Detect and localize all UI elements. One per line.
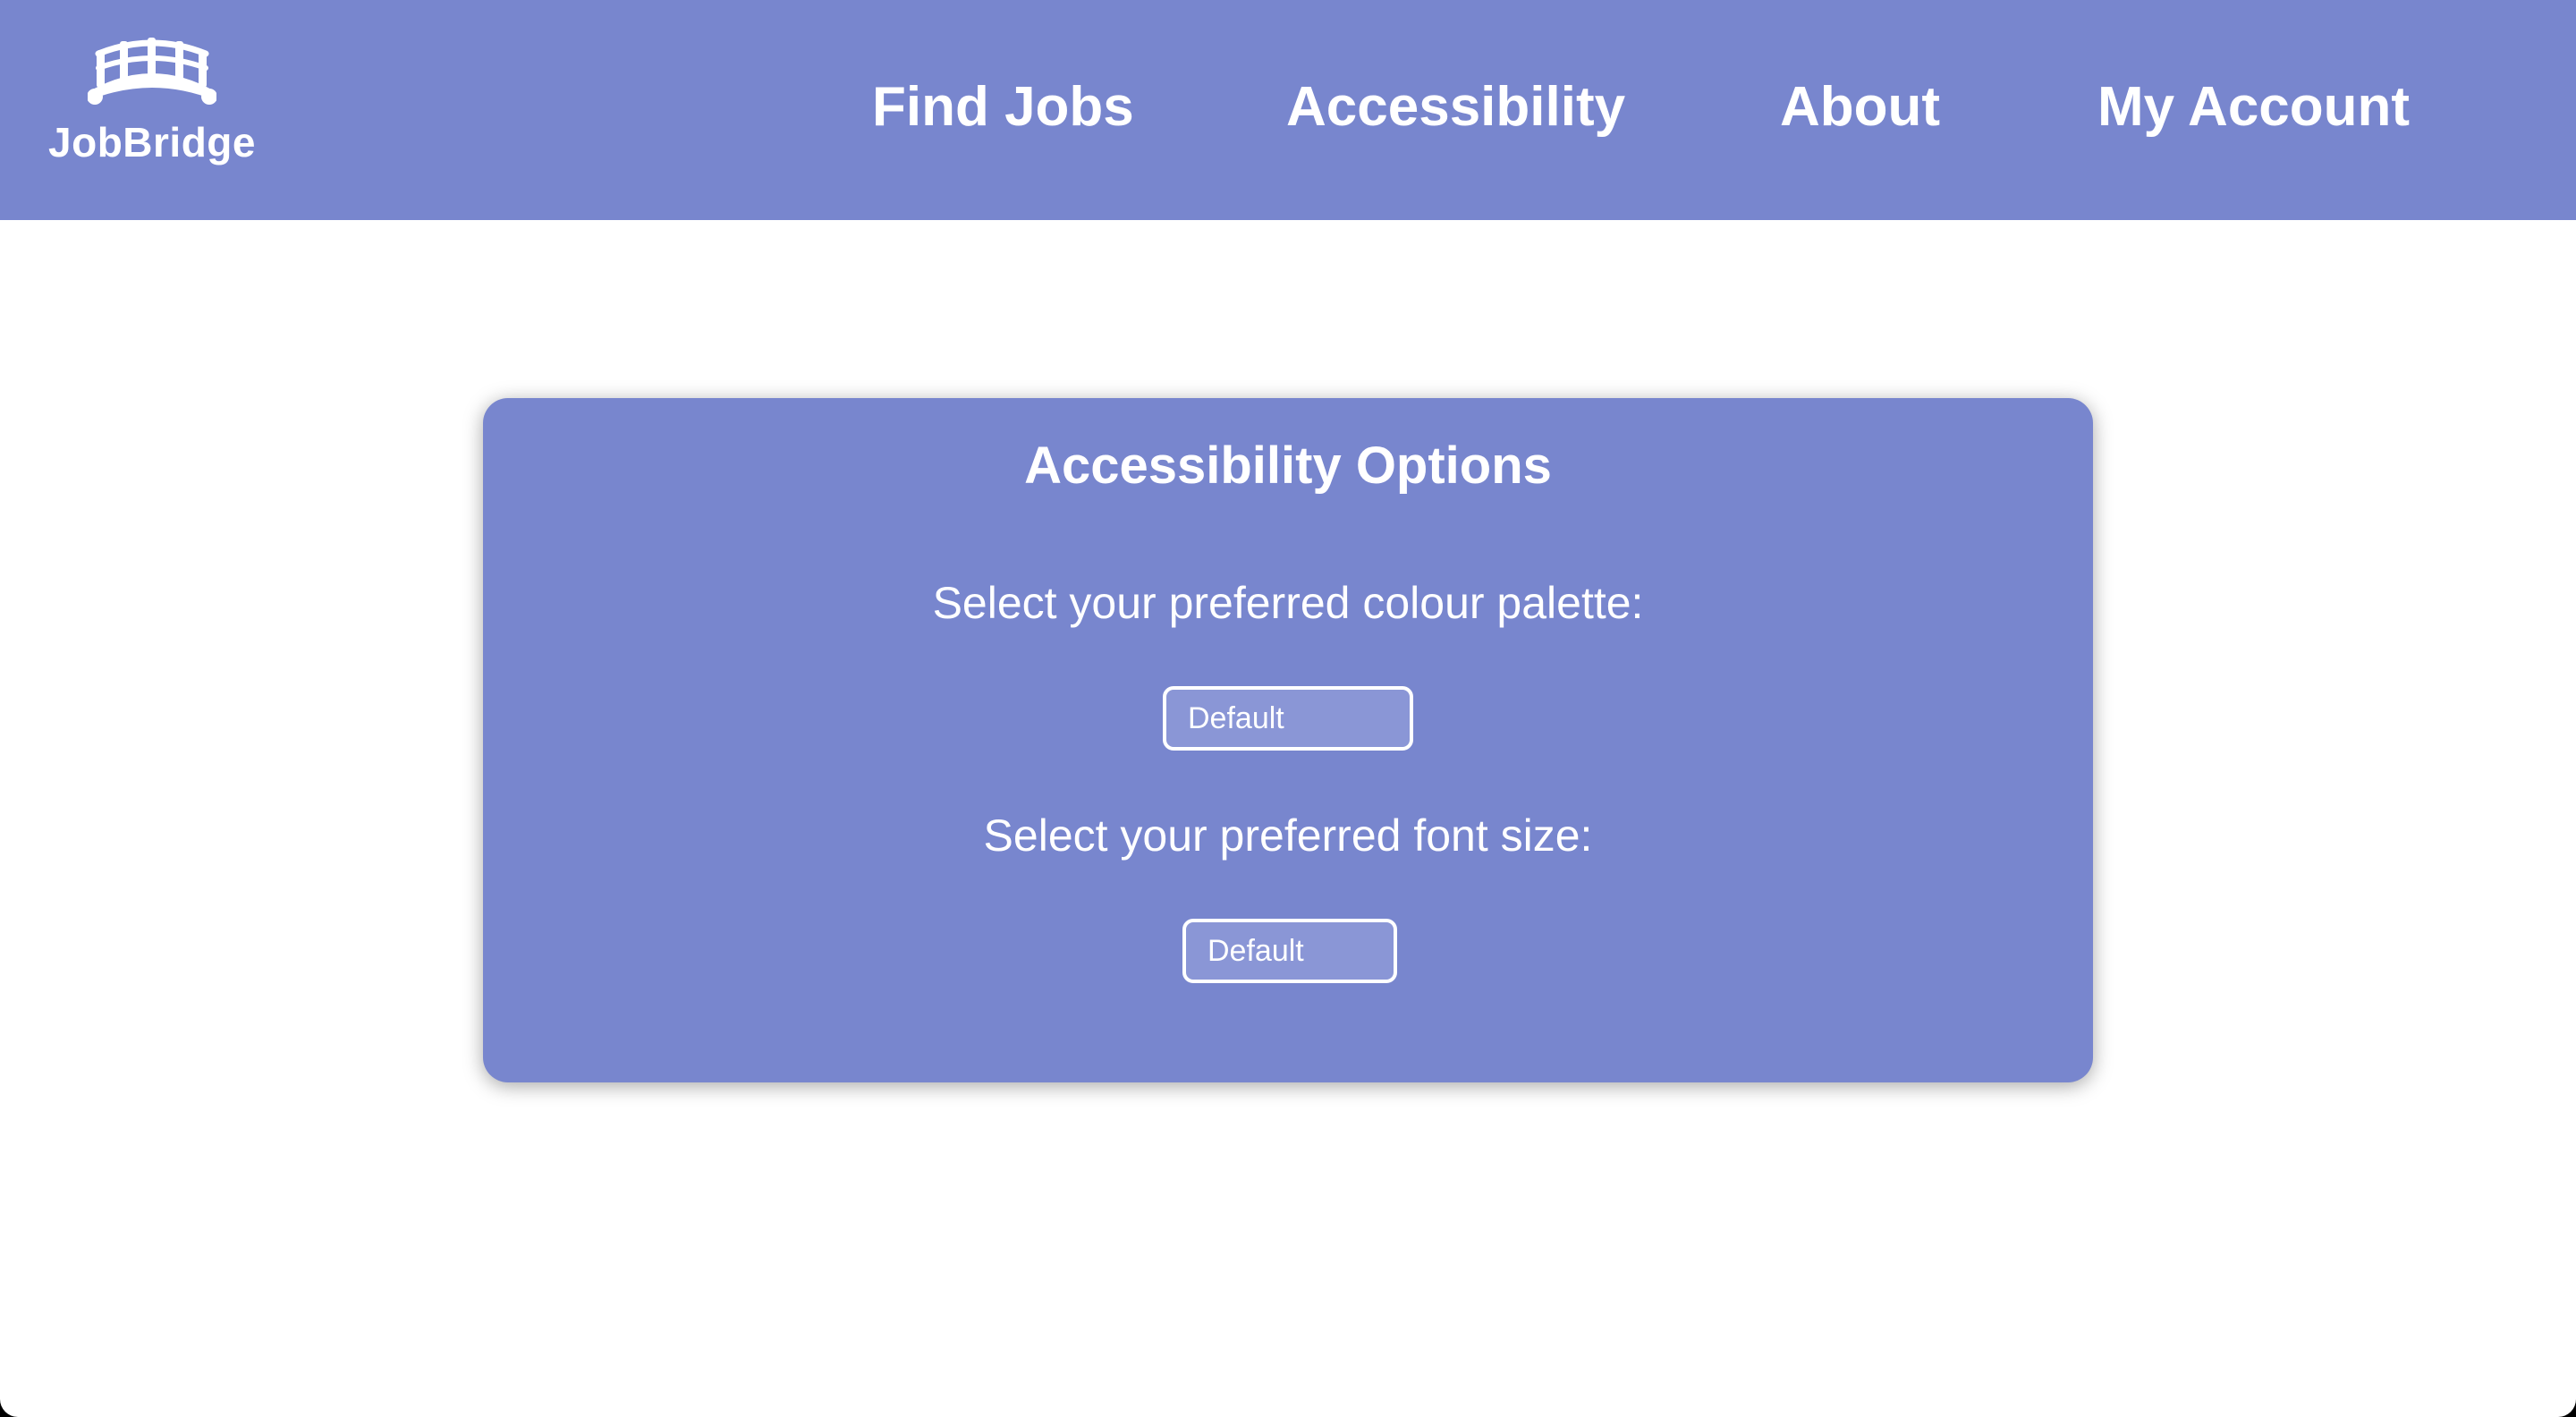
nav-my-account[interactable]: My Account: [2097, 72, 2410, 143]
bridge-icon: [88, 38, 216, 105]
page: JobBridge Find Jobs Accessibility About …: [0, 0, 2576, 1417]
brand-name: JobBridge: [48, 119, 256, 165]
logo[interactable]: JobBridge: [45, 36, 259, 170]
font-size-label: Select your preferred font size:: [983, 810, 1593, 861]
accessibility-options-card: Accessibility Options Select your prefer…: [483, 398, 2093, 1082]
font-size-select[interactable]: Default: [1182, 919, 1397, 983]
nav-about[interactable]: About: [1780, 72, 1940, 143]
nav-accessibility[interactable]: Accessibility: [1286, 72, 1625, 143]
top-navbar: JobBridge Find Jobs Accessibility About …: [0, 0, 2576, 220]
colour-palette-label: Select your preferred colour palette:: [932, 578, 1644, 628]
card-title: Accessibility Options: [1024, 437, 1552, 495]
colour-palette-select[interactable]: Default: [1163, 686, 1413, 751]
nav-find-jobs[interactable]: Find Jobs: [872, 72, 1134, 143]
